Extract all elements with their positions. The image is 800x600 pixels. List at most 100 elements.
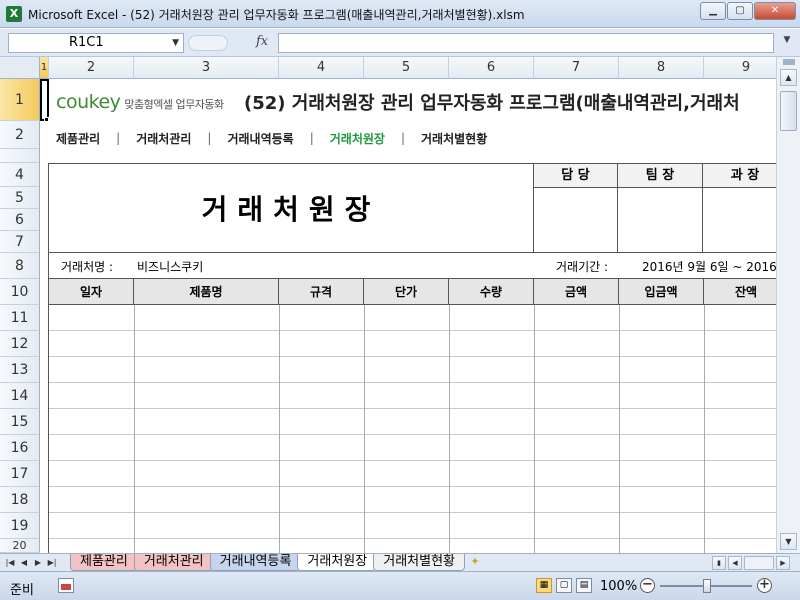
row-header[interactable]: 20 bbox=[0, 539, 40, 553]
row-header[interactable]: 4 bbox=[0, 163, 40, 187]
column-header[interactable]: 4 bbox=[279, 57, 364, 79]
period-value[interactable]: 2016년 9월 6일 ~ 2016 bbox=[642, 258, 776, 275]
column-header[interactable]: 5 bbox=[364, 57, 449, 79]
row-header[interactable]: 13 bbox=[0, 357, 40, 383]
table-header-balance: 잔액 bbox=[704, 279, 776, 305]
row-header[interactable]: 14 bbox=[0, 383, 40, 409]
formula-input[interactable] bbox=[278, 33, 774, 53]
approval-box: 담 당 bbox=[533, 163, 618, 253]
macro-record-icon[interactable] bbox=[58, 578, 74, 593]
table-header-quantity: 수량 bbox=[449, 279, 534, 305]
insert-function-button[interactable]: fx bbox=[256, 34, 268, 49]
normal-view-icon[interactable]: ▦ bbox=[536, 578, 552, 593]
scroll-left-icon[interactable]: ◀ bbox=[728, 556, 742, 570]
table-header-unit-price: 단가 bbox=[364, 279, 449, 305]
zoom-out-button[interactable]: − bbox=[640, 578, 655, 593]
scroll-up-icon[interactable]: ▲ bbox=[780, 69, 797, 86]
maximize-button[interactable]: ▢ bbox=[727, 2, 753, 20]
coukey-logo: coukey 맞춤형엑셀 업무자동화 bbox=[56, 91, 224, 113]
row-header[interactable]: 15 bbox=[0, 409, 40, 435]
excel-app-icon[interactable]: X bbox=[6, 6, 22, 22]
approval-header: 과 장 bbox=[703, 164, 776, 188]
client-label: 거래처명 : bbox=[61, 260, 114, 274]
status-ready: 준비 bbox=[10, 583, 34, 598]
window-controls: ▁ ▢ ✕ bbox=[700, 2, 796, 20]
menu-transaction-entry[interactable]: 거래내역등록 bbox=[211, 130, 309, 147]
sheet-tab-bar: |◀ ◀ ▶ ▶| 제품관리 거래처관리 거래내역등록 거래처원장 거래처별현황… bbox=[0, 553, 800, 571]
menu-client-ledger[interactable]: 거래처원장 bbox=[314, 130, 401, 147]
row-header[interactable]: 19 bbox=[0, 513, 40, 539]
name-box-dropdown-icon[interactable]: ▼ bbox=[172, 34, 179, 52]
page-break-view-icon[interactable]: ▤ bbox=[576, 578, 592, 593]
menu-client-status[interactable]: 거래처별현황 bbox=[405, 130, 503, 147]
menu-product-management[interactable]: 제품관리 bbox=[40, 130, 116, 147]
row-header[interactable]: 16 bbox=[0, 435, 40, 461]
name-box[interactable]: R1C1 ▼ bbox=[8, 33, 184, 53]
split-handle[interactable] bbox=[783, 59, 795, 65]
row-header[interactable]: 17 bbox=[0, 461, 40, 487]
select-all-corner[interactable] bbox=[0, 57, 40, 79]
expand-formula-bar-icon[interactable]: ▼ bbox=[780, 35, 794, 51]
sheet-tab-ledger[interactable]: 거래처원장 bbox=[297, 554, 378, 571]
scroll-right-icon[interactable]: ▶ bbox=[776, 556, 790, 570]
hscroll-track[interactable] bbox=[744, 556, 774, 570]
sheet-tab-transactions[interactable]: 거래내역등록 bbox=[209, 554, 302, 571]
vertical-scrollbar[interactable]: ▲ ▼ bbox=[776, 57, 800, 553]
row-header-hidden[interactable] bbox=[0, 149, 40, 163]
view-buttons: ▦ ▢ ▤ bbox=[536, 578, 592, 593]
page-layout-view-icon[interactable]: ▢ bbox=[556, 578, 572, 593]
zoom-level[interactable]: 100% bbox=[600, 579, 637, 594]
row-header[interactable]: 11 bbox=[0, 305, 40, 331]
sheet-nav-buttons: |◀ ◀ ▶ ▶| bbox=[4, 556, 58, 569]
sheet-tab-products[interactable]: 제품관리 bbox=[70, 554, 138, 571]
insert-sheet-icon[interactable]: ✦ bbox=[465, 554, 485, 571]
row-header[interactable]: 10 bbox=[0, 279, 40, 305]
column-header[interactable]: 2 bbox=[49, 57, 134, 79]
column-header[interactable]: 9 bbox=[704, 57, 776, 79]
first-sheet-icon[interactable]: |◀ bbox=[4, 556, 16, 569]
last-sheet-icon[interactable]: ▶| bbox=[46, 556, 58, 569]
column-header[interactable]: 1 bbox=[40, 57, 49, 79]
column-header[interactable]: 3 bbox=[134, 57, 279, 79]
row-header[interactable]: 12 bbox=[0, 331, 40, 357]
sheet-tab-clients[interactable]: 거래처관리 bbox=[133, 554, 214, 571]
row-header[interactable]: 7 bbox=[0, 231, 40, 253]
table-header-product: 제품명 bbox=[134, 279, 279, 305]
program-menu: 제품관리 | 거래처관리 | 거래내역등록 | 거래처원장 | 거래처별현황 bbox=[40, 127, 503, 149]
row-header[interactable]: 8 bbox=[0, 253, 40, 279]
client-name[interactable]: 비즈니스쿠키 bbox=[137, 258, 203, 275]
title-bar: X Microsoft Excel - (52) 거래처원장 관리 업무자동화 … bbox=[0, 0, 800, 28]
tab-split-handle[interactable]: ▮ bbox=[712, 556, 726, 570]
column-header[interactable]: 6 bbox=[449, 57, 534, 79]
scroll-down-icon[interactable]: ▼ bbox=[780, 533, 797, 550]
ledger-title: 거래처원장 bbox=[48, 163, 533, 253]
window-title: Microsoft Excel - (52) 거래처원장 관리 업무자동화 프로… bbox=[28, 8, 525, 22]
scroll-thumb[interactable] bbox=[780, 91, 797, 131]
ledger-table-body[interactable] bbox=[48, 305, 776, 553]
approval-header: 담 당 bbox=[534, 164, 617, 188]
zoom-slider-thumb[interactable] bbox=[703, 579, 711, 593]
status-bar: 준비 ▦ ▢ ▤ 100% − + bbox=[0, 571, 800, 600]
sheet-tab-client-status[interactable]: 거래처별현황 bbox=[373, 554, 465, 571]
horizontal-scrollbar[interactable]: ▮ ◀ ▶ bbox=[712, 556, 796, 570]
close-button[interactable]: ✕ bbox=[754, 2, 796, 20]
table-header-spec: 규격 bbox=[279, 279, 364, 305]
logo-subtitle: 맞춤형엑셀 업무자동화 bbox=[124, 98, 224, 111]
minimize-button[interactable]: ▁ bbox=[700, 2, 726, 20]
fill-handle[interactable] bbox=[44, 117, 49, 122]
row-header[interactable]: 1 bbox=[0, 79, 40, 121]
next-sheet-icon[interactable]: ▶ bbox=[32, 556, 44, 569]
column-header[interactable]: 8 bbox=[619, 57, 704, 79]
row-header[interactable]: 6 bbox=[0, 209, 40, 231]
name-box-value: R1C1 bbox=[69, 35, 104, 50]
active-cell[interactable] bbox=[40, 79, 49, 121]
row-header[interactable]: 18 bbox=[0, 487, 40, 513]
logo-text: coukey bbox=[56, 91, 121, 113]
zoom-in-button[interactable]: + bbox=[757, 578, 772, 593]
column-header[interactable]: 7 bbox=[534, 57, 619, 79]
table-header-amount: 금액 bbox=[534, 279, 619, 305]
prev-sheet-icon[interactable]: ◀ bbox=[18, 556, 30, 569]
row-header[interactable]: 2 bbox=[0, 121, 40, 149]
menu-client-management[interactable]: 거래처관리 bbox=[120, 130, 207, 147]
row-header[interactable]: 5 bbox=[0, 187, 40, 209]
